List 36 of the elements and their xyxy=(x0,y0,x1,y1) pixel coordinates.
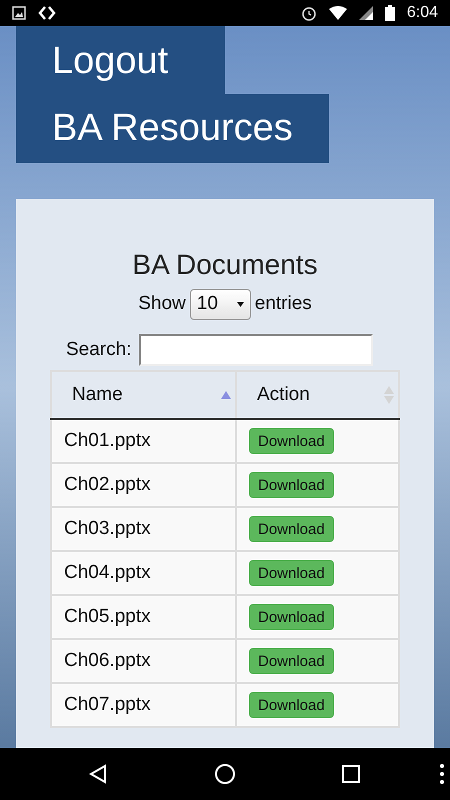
search-field[interactable] xyxy=(139,334,374,366)
download-button[interactable]: Download xyxy=(249,516,334,542)
table-cell: Ch05.pptx xyxy=(51,595,236,639)
wifi-icon xyxy=(328,6,347,20)
download-button[interactable]: Download xyxy=(249,604,334,630)
dropdown-caret-icon xyxy=(236,302,244,307)
entries-select[interactable]: 10 xyxy=(190,289,251,320)
recent-apps-icon[interactable] xyxy=(342,765,360,783)
download-button[interactable]: Download xyxy=(249,648,334,674)
show-label: Show xyxy=(138,292,186,316)
table-cell: Ch06.pptx xyxy=(51,639,236,683)
table-cell: Ch02.pptx xyxy=(51,463,236,507)
battery-icon xyxy=(384,5,395,21)
table-cell: Ch01.pptx xyxy=(51,419,236,463)
download-button[interactable]: Download xyxy=(249,428,334,454)
image-icon xyxy=(12,6,26,20)
back-icon[interactable] xyxy=(89,764,107,784)
status-time: 6:04 xyxy=(406,3,438,23)
nav-link[interactable]: Logout xyxy=(16,26,225,94)
more-options-icon[interactable] xyxy=(440,764,444,784)
home-icon[interactable] xyxy=(214,763,236,785)
entries-label: entries xyxy=(254,292,312,316)
table-cell: Ch07.pptx xyxy=(51,683,236,727)
table-cell: Ch03.pptx xyxy=(51,507,236,551)
signal-icon xyxy=(358,6,373,20)
search-label: Search: xyxy=(66,338,132,362)
alarm-icon xyxy=(300,5,317,21)
download-button[interactable]: Download xyxy=(249,472,334,498)
column-header[interactable]: Action xyxy=(236,371,399,419)
code-icon xyxy=(38,5,56,21)
download-button[interactable]: Download xyxy=(249,560,334,586)
page-heading: BA Documents xyxy=(132,251,318,279)
table-cell: Ch04.pptx xyxy=(51,551,236,595)
column-header[interactable]: Name xyxy=(51,371,236,419)
download-button[interactable]: Download xyxy=(249,692,334,718)
nav-link[interactable]: BA Resources xyxy=(16,94,329,163)
